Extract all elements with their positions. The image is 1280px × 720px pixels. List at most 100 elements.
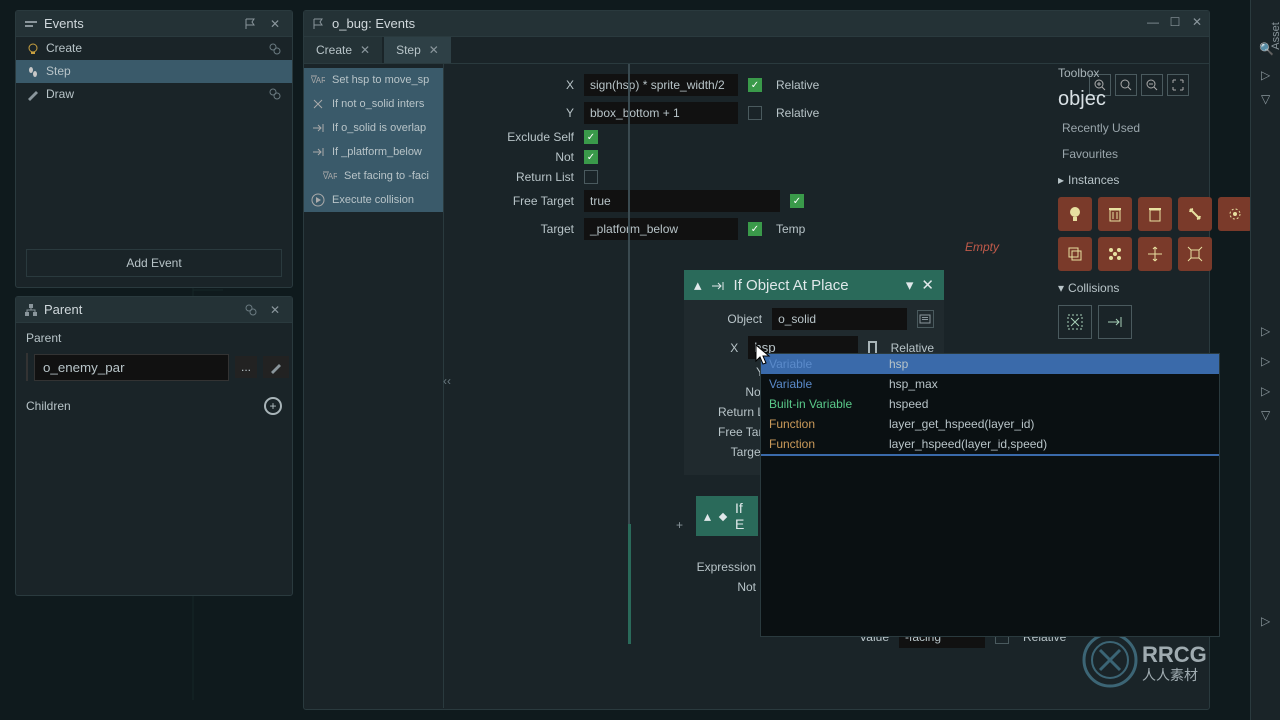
- toolbox-title: Toolbox: [1050, 62, 1265, 84]
- temp-label: Temp: [776, 222, 805, 236]
- not-checkbox[interactable]: [584, 150, 598, 164]
- parent-sprite-box[interactable]: [26, 353, 28, 381]
- free-field[interactable]: true: [584, 190, 780, 212]
- exclude-checkbox[interactable]: [584, 130, 598, 144]
- tool-grid-button[interactable]: [1098, 237, 1132, 271]
- autocomplete-item[interactable]: Variablehsp_max: [761, 374, 1219, 394]
- chevron-down-icon[interactable]: ▽: [1261, 408, 1270, 422]
- object-field[interactable]: o_solid: [772, 308, 907, 330]
- arrow-in-icon: [310, 144, 326, 160]
- action-item[interactable]: If _platform_below: [304, 140, 443, 164]
- cross-icon: [310, 96, 326, 112]
- collapse-icon[interactable]: ▴: [694, 276, 702, 294]
- y-field[interactable]: bbox_bottom + 1: [584, 102, 738, 124]
- main-window-title: o_bug: Events: [332, 16, 1201, 31]
- collapse-icon[interactable]: ▴: [704, 508, 711, 525]
- tool-trash-button[interactable]: [1098, 197, 1132, 231]
- tab-step[interactable]: Step ✕: [384, 37, 451, 63]
- parent-input[interactable]: [34, 354, 229, 381]
- relative-checkbox[interactable]: [748, 78, 762, 92]
- tab-create[interactable]: Create ✕: [304, 37, 382, 63]
- field-label: Not: [696, 580, 756, 594]
- action-item[interactable]: If o_solid is overlap: [304, 116, 443, 140]
- chevron-right-icon[interactable]: ▷: [1261, 68, 1270, 82]
- add-step-button[interactable]: +: [676, 518, 683, 532]
- relative-checkbox[interactable]: [748, 106, 762, 120]
- block-header[interactable]: ▴ If Object At Place ▾ ✕: [684, 270, 944, 300]
- close-button[interactable]: ✕: [1187, 13, 1207, 31]
- parent-edit-button[interactable]: [263, 356, 289, 379]
- autocomplete-item[interactable]: Functionlayer_hspeed(layer_id,speed): [761, 434, 1219, 456]
- parent-panel: Parent ✕ Parent ... Children +: [15, 296, 293, 596]
- free-checkbox[interactable]: [790, 194, 804, 208]
- toolbox-recently-used[interactable]: Recently Used: [1050, 115, 1265, 141]
- tool-link-button[interactable]: [1178, 197, 1212, 231]
- parent-close-icon[interactable]: ✕: [266, 303, 284, 317]
- maximize-button[interactable]: ☐: [1165, 13, 1185, 31]
- search-icon[interactable]: 🔍: [1259, 42, 1274, 56]
- toolbox-instances-section[interactable]: ▸Instances: [1050, 167, 1265, 193]
- events-close-icon[interactable]: ✕: [266, 17, 284, 31]
- ac-value: layer_get_hspeed(layer_id): [889, 417, 1034, 431]
- tab-label: Step: [396, 43, 421, 57]
- toolbox-favourites[interactable]: Favourites: [1050, 141, 1265, 167]
- field-label: X: [504, 78, 574, 92]
- chevron-down-icon[interactable]: ▾: [906, 276, 914, 294]
- chevron-right-icon: ▸: [1058, 173, 1064, 187]
- children-label: Children: [26, 399, 71, 413]
- tool-arrows-button[interactable]: [1138, 237, 1172, 271]
- object-picker-button[interactable]: [917, 310, 934, 328]
- action-item[interactable]: Execute collision: [304, 188, 443, 212]
- collision-arrow-button[interactable]: [1098, 305, 1132, 339]
- chevron-down-icon[interactable]: ▽: [1261, 92, 1270, 106]
- tool-copy-button[interactable]: [1058, 237, 1092, 271]
- event-draw[interactable]: Draw: [16, 83, 292, 106]
- chain-icon[interactable]: [244, 302, 258, 317]
- ac-type: Variable: [769, 377, 889, 391]
- chevron-right-icon[interactable]: ▷: [1261, 354, 1270, 368]
- tool-trash2-button[interactable]: [1138, 197, 1172, 231]
- tool-target-button[interactable]: [1218, 197, 1252, 231]
- tool-center-button[interactable]: [1178, 237, 1212, 271]
- tab-close-icon[interactable]: ✕: [429, 43, 439, 57]
- return-checkbox[interactable]: [584, 170, 598, 184]
- add-child-button[interactable]: +: [264, 397, 282, 415]
- chain-icon: [268, 87, 282, 102]
- action-label: Execute collision: [332, 194, 414, 206]
- toolbox-search-input[interactable]: [1058, 88, 1280, 111]
- target-checkbox[interactable]: [748, 222, 762, 236]
- relative-label: Relative: [776, 78, 819, 92]
- add-event-button[interactable]: Add Event: [26, 249, 282, 277]
- block-title: If E: [735, 500, 750, 532]
- action-item[interactable]: VARSet hsp to move_sp: [304, 68, 443, 92]
- action-item[interactable]: If not o_solid inters: [304, 92, 443, 116]
- field-label: Target: [718, 445, 764, 459]
- chain-icon: [268, 41, 282, 56]
- minimize-button[interactable]: —: [1143, 13, 1163, 31]
- parent-more-button[interactable]: ...: [235, 356, 257, 378]
- autocomplete-item[interactable]: Built-in Variablehspeed: [761, 394, 1219, 414]
- toolbox-collisions-section[interactable]: ▾Collisions: [1050, 275, 1265, 301]
- x-field[interactable]: sign(hsp) * sprite_width/2: [584, 74, 738, 96]
- collapse-handle[interactable]: ‹‹: [443, 374, 451, 388]
- ac-type: Built-in Variable: [769, 397, 889, 411]
- event-step[interactable]: Step: [16, 60, 292, 83]
- relative-label: Relative: [776, 106, 819, 120]
- autocomplete-item[interactable]: Variablehsp: [761, 354, 1219, 374]
- flag-icon[interactable]: [244, 16, 258, 31]
- target-field[interactable]: _platform_below: [584, 218, 738, 240]
- autocomplete-item[interactable]: Functionlayer_get_hspeed(layer_id): [761, 414, 1219, 434]
- event-create[interactable]: Create: [16, 37, 292, 60]
- tab-close-icon[interactable]: ✕: [360, 43, 370, 57]
- block-title: If Object At Place: [734, 277, 849, 294]
- section-label: Collisions: [1068, 281, 1119, 295]
- chevron-right-icon[interactable]: ▷: [1261, 614, 1270, 628]
- action-item[interactable]: VARSet facing to -faci: [304, 164, 443, 188]
- tool-lightbulb-button[interactable]: [1058, 197, 1092, 231]
- block-close-icon[interactable]: ✕: [921, 276, 934, 294]
- collision-cross-button[interactable]: [1058, 305, 1092, 339]
- diamond-icon: [717, 508, 729, 524]
- chevron-right-icon[interactable]: ▷: [1261, 384, 1270, 398]
- if-expression-block-header[interactable]: ▴ If E: [696, 496, 758, 536]
- chevron-right-icon[interactable]: ▷: [1261, 324, 1270, 338]
